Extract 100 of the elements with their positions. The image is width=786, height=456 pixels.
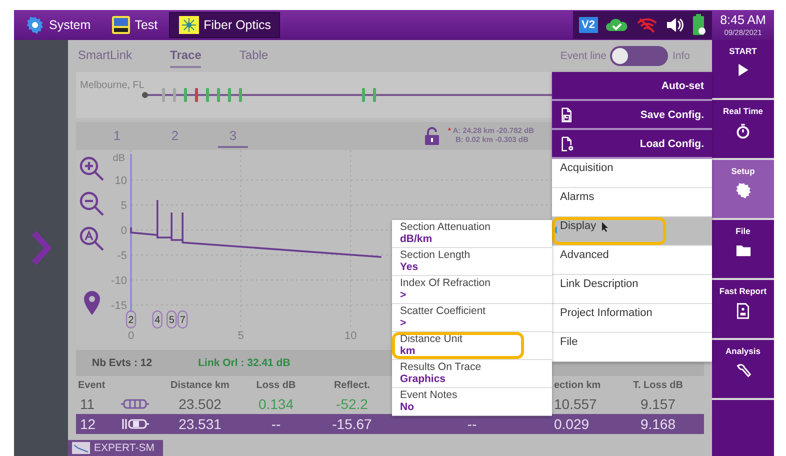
table-cell: -- bbox=[392, 414, 552, 434]
column-header: T. Loss dB bbox=[632, 380, 684, 393]
menu-action[interactable]: Save Config. bbox=[552, 101, 712, 130]
table-cell: -15.67 bbox=[312, 414, 392, 434]
setting-value: Yes bbox=[400, 262, 420, 274]
table-cell-text: 0.134 bbox=[257, 395, 295, 414]
table-cell[interactable]: 12 bbox=[76, 414, 110, 434]
app-tab[interactable]: Fiber Optics bbox=[168, 12, 280, 38]
menu-item[interactable]: Acquisition bbox=[552, 159, 712, 188]
setting-item[interactable]: Event Notes No bbox=[392, 388, 552, 416]
axis-tick-label: -10 bbox=[111, 275, 127, 287]
side-button[interactable]: Setup bbox=[712, 160, 774, 218]
setting-item[interactable]: Section Length Yes bbox=[392, 248, 552, 276]
app-tab[interactable]: Test bbox=[102, 12, 167, 38]
event-marker[interactable] bbox=[239, 88, 242, 102]
menu-item[interactable]: Alarms bbox=[552, 188, 712, 217]
stopwatch-icon bbox=[735, 122, 751, 140]
setting-label: Index Of Refraction bbox=[400, 278, 492, 290]
side-button[interactable]: File bbox=[712, 220, 774, 278]
setting-label: Results On Trace bbox=[400, 362, 482, 374]
app-tab[interactable]: System bbox=[16, 12, 100, 38]
event-label[interactable]: 7 bbox=[178, 310, 188, 329]
event-marker[interactable] bbox=[228, 88, 232, 102]
table-cell[interactable]: 11 bbox=[76, 394, 110, 414]
event-marker[interactable] bbox=[217, 88, 220, 102]
axis-tick-label: 0 bbox=[120, 225, 127, 237]
axis-tick-label: 5 bbox=[238, 330, 244, 340]
event-marker[interactable] bbox=[373, 88, 376, 102]
menu-action[interactable]: Load Config. bbox=[552, 130, 712, 159]
setting-item[interactable]: Scatter Coefficient > bbox=[392, 304, 552, 332]
table-cell-text: 9.157 bbox=[639, 395, 677, 414]
axis-tick-label: 0 bbox=[128, 330, 134, 340]
axis-tick-label: 10 bbox=[344, 330, 357, 340]
setting-item[interactable]: Index Of Refraction > bbox=[392, 276, 552, 304]
side-button[interactable]: START bbox=[712, 40, 774, 98]
connector-end-icon bbox=[120, 417, 150, 431]
menu-item[interactable]: Project Information bbox=[552, 304, 712, 333]
event-label[interactable]: 2 bbox=[126, 310, 136, 329]
trace-file-tab[interactable]: EXPERT-SM bbox=[68, 440, 162, 456]
padlock-icon[interactable] bbox=[424, 127, 440, 145]
axis-tick-label: 10 bbox=[114, 175, 127, 187]
table-cell-text: 23.502 bbox=[178, 395, 222, 414]
document-icon bbox=[735, 302, 751, 320]
menu-item[interactable]: File bbox=[552, 333, 712, 362]
toggle-label: Info bbox=[672, 50, 690, 62]
location-label: Melbourne, FL bbox=[80, 80, 144, 91]
toggle-switch[interactable] bbox=[610, 46, 668, 66]
side-button[interactable]: Analysis bbox=[712, 340, 774, 398]
menu-item[interactable]: Display bbox=[552, 217, 712, 246]
map-pin-icon[interactable] bbox=[83, 291, 101, 315]
event-label[interactable]: 5 bbox=[166, 310, 177, 329]
toggle-label: Event line bbox=[560, 50, 606, 62]
cloud-check-icon bbox=[606, 18, 628, 32]
event-marker[interactable] bbox=[173, 88, 176, 102]
setting-item[interactable]: Results On Trace Graphics bbox=[392, 360, 552, 388]
table-cell-text: 10.557 bbox=[553, 395, 598, 414]
side-button[interactable]: Real Time bbox=[712, 100, 774, 158]
menu-action[interactable]: Auto-set bbox=[552, 72, 712, 101]
side-button[interactable]: Fast Report bbox=[712, 280, 774, 338]
mouse-cursor-icon bbox=[602, 222, 609, 232]
menu-item[interactable]: Advanced bbox=[552, 246, 712, 275]
column-header: ection km bbox=[553, 380, 602, 393]
event-marker[interactable] bbox=[362, 88, 366, 102]
setting-label: Section Length bbox=[400, 250, 472, 262]
setting-value: km bbox=[400, 346, 416, 358]
event-count: Nb Evts : 12 bbox=[92, 357, 152, 369]
table-cell: -- bbox=[240, 414, 312, 434]
chevron-right-icon[interactable] bbox=[31, 231, 51, 265]
menu-item[interactable]: Link Description bbox=[552, 275, 712, 304]
table-cell: 9.168 bbox=[612, 414, 704, 434]
event-marker[interactable] bbox=[195, 88, 198, 102]
wrench-icon bbox=[734, 362, 752, 380]
table-cell: 23.531 bbox=[160, 414, 240, 434]
event-label[interactable]: 4 bbox=[152, 310, 162, 329]
axis-label: dB bbox=[112, 153, 125, 164]
speaker-icon bbox=[666, 17, 684, 33]
zoom-out-icon[interactable] bbox=[79, 191, 105, 217]
axis-tick-label: -5 bbox=[117, 250, 127, 262]
event-marker[interactable] bbox=[184, 88, 188, 102]
blank-side-button[interactable] bbox=[712, 400, 774, 456]
setting-value: > bbox=[400, 318, 408, 330]
setting-value: dB/km bbox=[400, 234, 434, 246]
setting-item[interactable]: Section Attenuation dB/km bbox=[392, 220, 552, 248]
event-marker[interactable] bbox=[162, 88, 166, 102]
table-cell-text: -52.2 bbox=[335, 395, 369, 414]
setting-item[interactable]: Distance Unit km bbox=[392, 332, 552, 360]
column-header: Loss dB bbox=[255, 380, 297, 393]
link-start-dot bbox=[142, 92, 148, 98]
column-header: Event bbox=[77, 380, 106, 393]
column-header: Distance km bbox=[170, 380, 230, 393]
meter-icon bbox=[110, 15, 131, 35]
setting-label: Scatter Coefficient bbox=[400, 306, 487, 318]
table-cell: 0.029 bbox=[552, 414, 612, 434]
cursor-line[interactable] bbox=[130, 154, 132, 312]
event-marker[interactable] bbox=[206, 88, 210, 102]
axis-tick-label: 5 bbox=[120, 200, 127, 212]
setting-label: Section Attenuation bbox=[400, 222, 492, 234]
zoom-auto-icon[interactable] bbox=[79, 226, 105, 252]
link-orl: Link Orl : 32.41 dB bbox=[198, 357, 290, 369]
zoom-in-icon[interactable] bbox=[79, 156, 105, 182]
